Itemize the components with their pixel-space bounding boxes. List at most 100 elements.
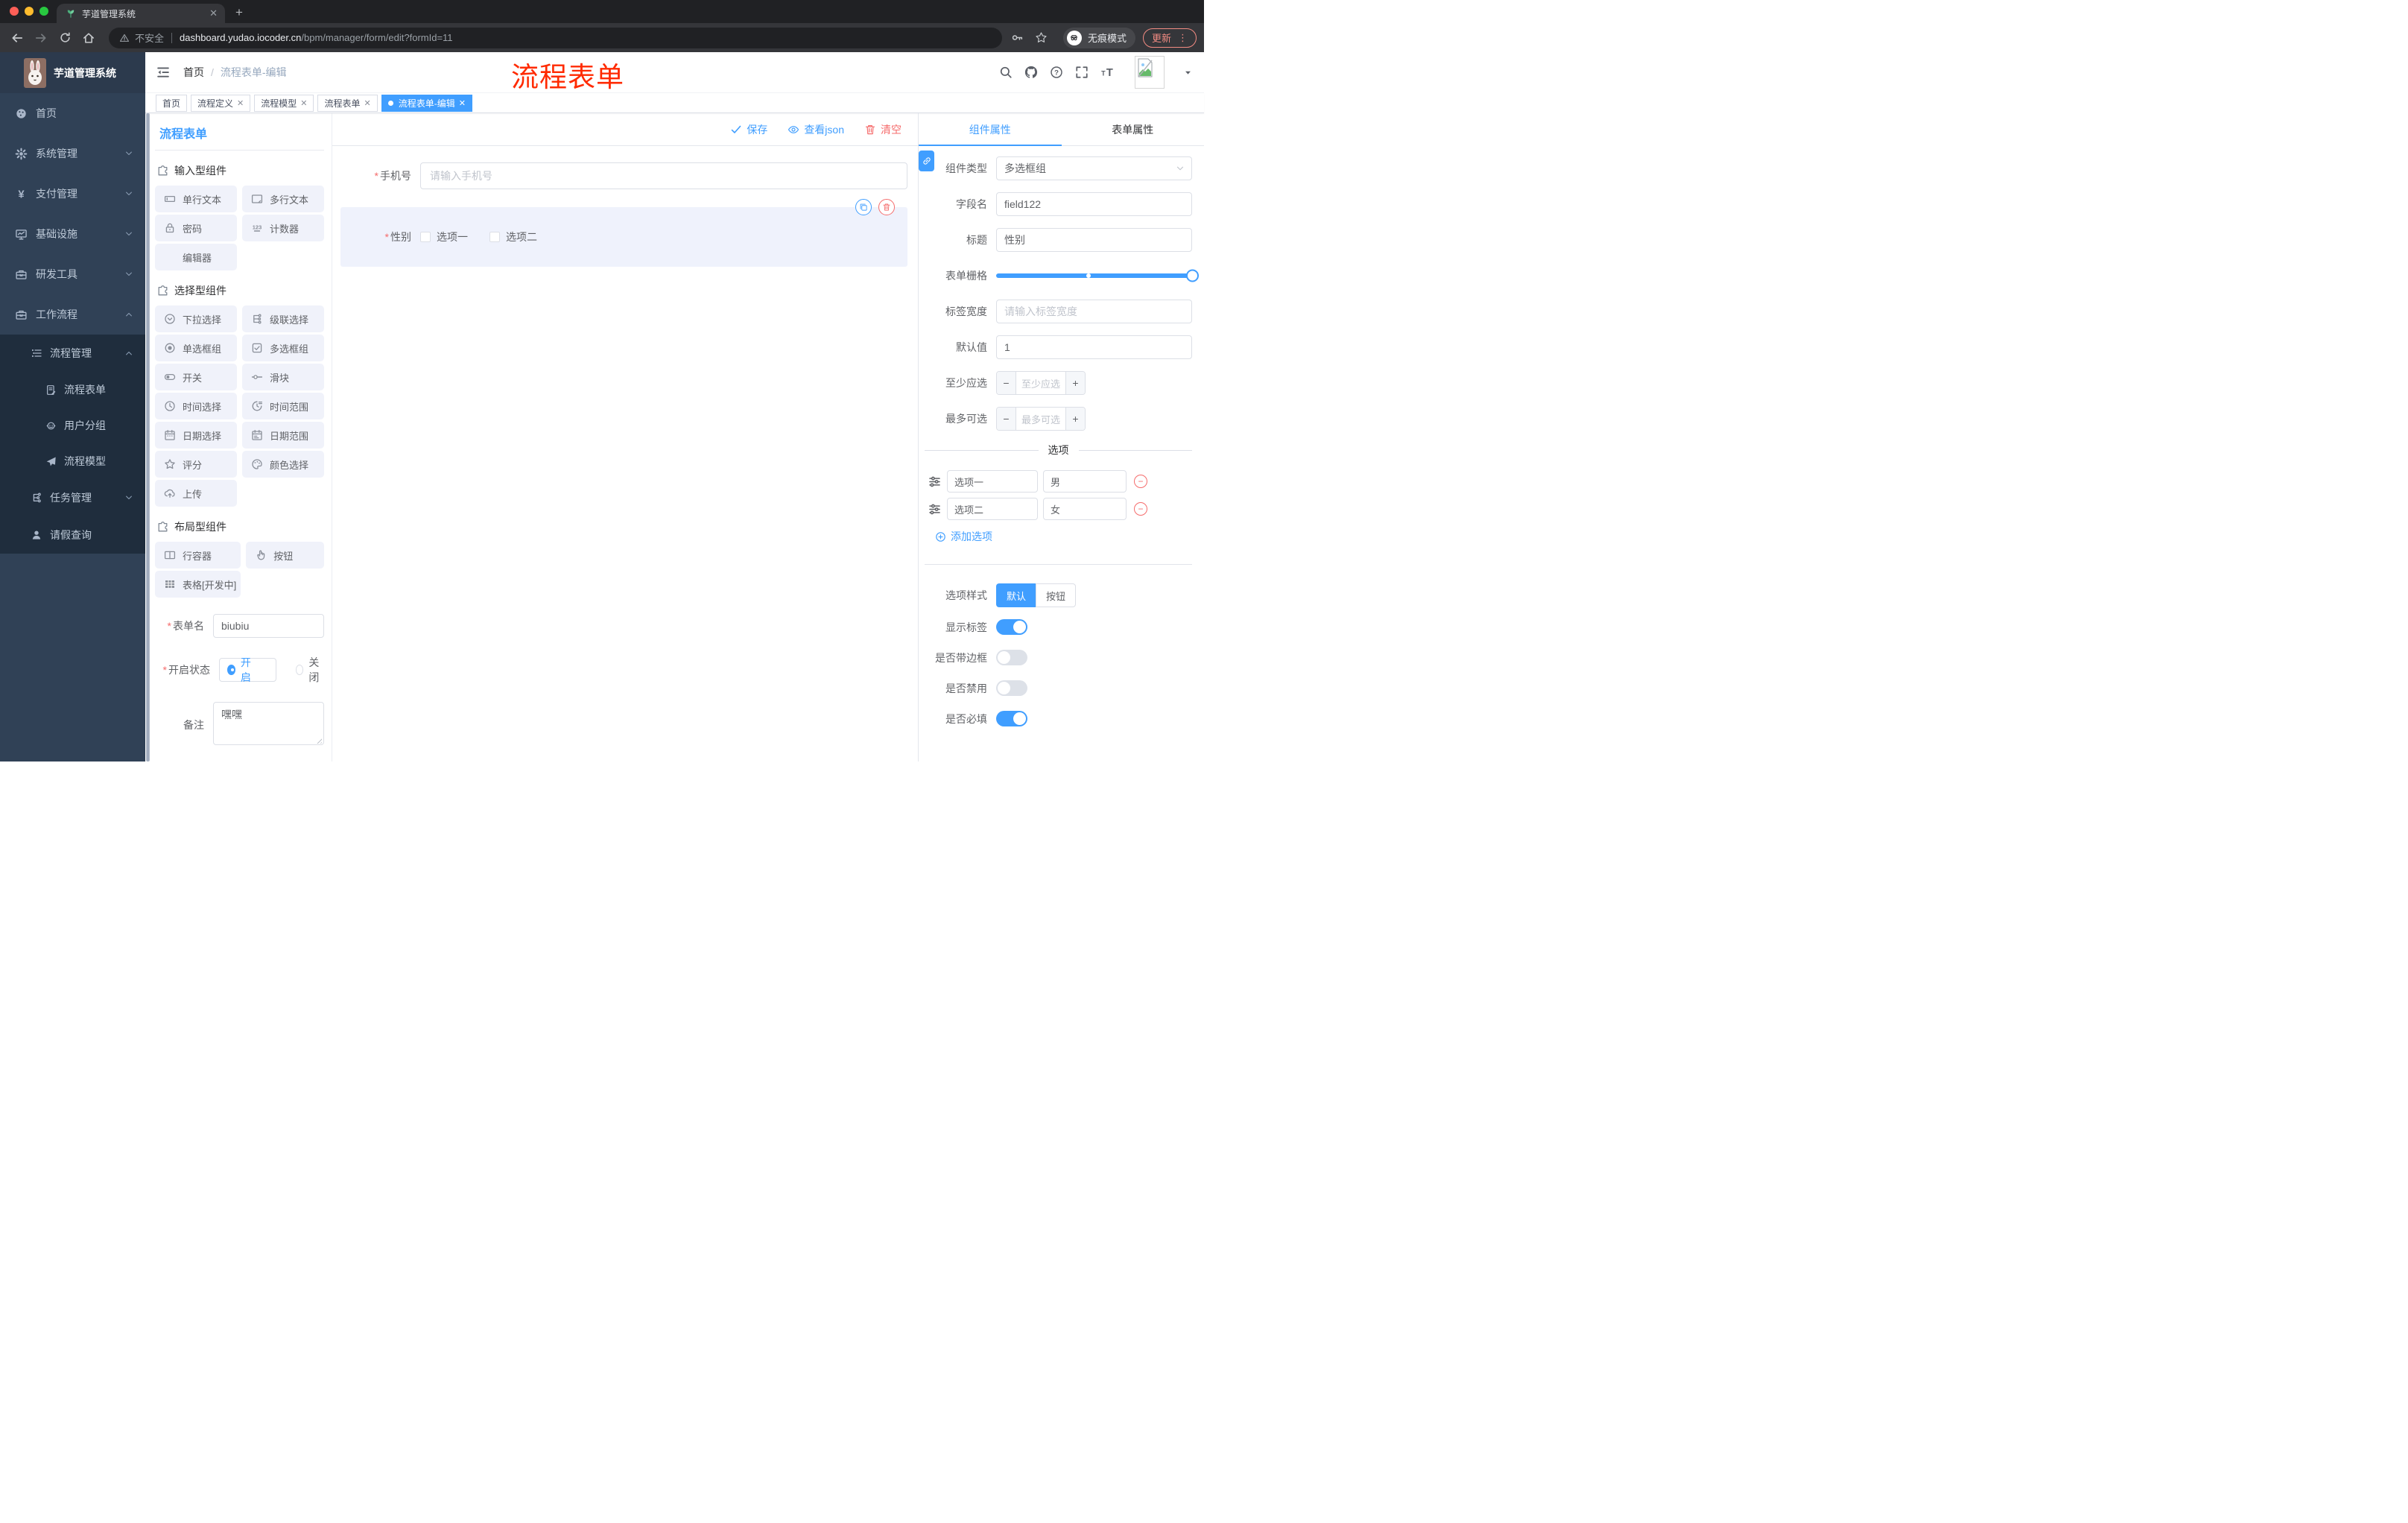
chevron-down-icon[interactable] <box>1184 69 1192 77</box>
form-name-input[interactable] <box>213 614 324 638</box>
search-icon[interactable] <box>999 66 1013 79</box>
title-input[interactable] <box>996 228 1192 252</box>
palette-item-单行文本[interactable]: 单行文本 <box>155 186 237 212</box>
copy-widget-button[interactable] <box>855 199 872 215</box>
min-select-value[interactable]: 至少应选 <box>1016 372 1065 394</box>
bookmark-star-icon[interactable] <box>1032 28 1051 48</box>
phone-field[interactable]: * 手机号 <box>340 162 907 189</box>
toggle-显示标签[interactable] <box>996 619 1027 635</box>
remove-option-button[interactable]: − <box>1134 475 1147 488</box>
delete-widget-button[interactable] <box>878 199 895 215</box>
sidebar-item-用户分组[interactable]: 用户分组 <box>0 408 145 443</box>
hamburger-icon[interactable] <box>156 65 171 80</box>
sidebar-item-基础设施[interactable]: 基础设施 <box>0 214 145 254</box>
sidebar-item-首页[interactable]: 首页 <box>0 93 145 133</box>
sidebar-scrollbar[interactable] <box>146 113 149 762</box>
option-label-input[interactable] <box>947 470 1038 493</box>
sidebar-item-研发工具[interactable]: 研发工具 <box>0 254 145 294</box>
sidebar-item-流程表单[interactable]: 流程表单 <box>0 372 145 408</box>
tag-流程模型[interactable]: 流程模型 ✕ <box>254 94 314 112</box>
tag-流程表单[interactable]: 流程表单 ✕ <box>317 94 378 112</box>
default-value-input[interactable] <box>996 335 1192 359</box>
font-size-icon[interactable]: TT <box>1100 66 1114 79</box>
style-default-button[interactable]: 默认 <box>996 583 1036 607</box>
palette-item-多行文本[interactable]: 多行文本 <box>242 186 324 212</box>
sidebar-item-工作流程[interactable]: 工作流程 <box>0 294 145 335</box>
fullscreen-icon[interactable] <box>1075 66 1089 79</box>
decrease-button[interactable]: − <box>997 372 1016 394</box>
palette-item-日期选择[interactable]: 日期选择 <box>155 422 237 449</box>
forward-button[interactable] <box>31 28 51 48</box>
tag-close-icon[interactable]: ✕ <box>237 98 244 108</box>
save-button[interactable]: 保存 <box>730 122 767 137</box>
remove-option-button[interactable]: − <box>1134 502 1147 516</box>
radio-closed[interactable]: 关闭 <box>295 655 325 685</box>
tag-流程定义[interactable]: 流程定义 ✕ <box>191 94 251 112</box>
palette-item-级联选择[interactable]: 级联选择 <box>242 305 324 332</box>
label-width-input[interactable] <box>996 300 1192 323</box>
github-icon[interactable] <box>1024 66 1038 79</box>
max-select-value[interactable]: 最多可选 <box>1016 408 1065 430</box>
clear-button[interactable]: 清空 <box>864 122 902 137</box>
tab-form-props[interactable]: 表单属性 <box>1062 113 1205 145</box>
sidebar-item-请假查询[interactable]: 请假查询 <box>0 516 145 554</box>
toggle-是否必填[interactable] <box>996 711 1027 726</box>
palette-item-下拉选择[interactable]: 下拉选择 <box>155 305 237 332</box>
component-type-select[interactable]: 多选框组 <box>996 156 1192 180</box>
close-window-button[interactable] <box>10 7 19 16</box>
radio-open[interactable]: 开启 <box>219 656 276 683</box>
grid-slider[interactable] <box>996 264 1199 288</box>
increase-button[interactable]: + <box>1065 408 1085 430</box>
tab-close-icon[interactable]: ✕ <box>209 7 218 19</box>
tag-close-icon[interactable]: ✕ <box>459 98 466 108</box>
link-tag[interactable] <box>919 151 934 171</box>
palette-item-行容器[interactable]: 行容器 <box>155 542 241 569</box>
checkbox-option-1[interactable]: 选项一 <box>420 229 468 244</box>
maximize-window-button[interactable] <box>39 7 48 16</box>
option-value-input[interactable] <box>1043 470 1127 493</box>
selected-widget-gender[interactable]: * 性别 选项一 选项二 <box>340 199 907 267</box>
toggle-是否禁用[interactable] <box>996 680 1027 696</box>
drag-handle-icon[interactable] <box>928 475 942 489</box>
new-tab-button[interactable]: + <box>235 5 243 20</box>
reload-button[interactable] <box>55 28 75 48</box>
breadcrumb-home[interactable]: 首页 <box>183 65 204 80</box>
increase-button[interactable]: + <box>1065 372 1085 394</box>
palette-item-按钮[interactable]: 按钮 <box>246 542 324 569</box>
palette-item-滑块[interactable]: 滑块 <box>242 364 324 390</box>
tab-component-props[interactable]: 组件属性 <box>919 113 1062 146</box>
avatar[interactable] <box>1135 56 1165 89</box>
palette-item-单选框组[interactable]: 单选框组 <box>155 335 237 361</box>
palette-item-日期范围[interactable]: 日期范围 <box>242 422 324 449</box>
tag-首页[interactable]: 首页 <box>156 94 188 112</box>
toggle-是否带边框[interactable] <box>996 650 1027 665</box>
palette-item-计数器[interactable]: 123 计数器 <box>242 215 324 241</box>
slider-track[interactable] <box>996 269 1199 282</box>
tag-close-icon[interactable]: ✕ <box>364 98 371 108</box>
view-json-button[interactable]: 查看json <box>788 122 844 137</box>
palette-item-上传[interactable]: 上传 <box>155 480 237 507</box>
palette-item-颜色选择[interactable]: 颜色选择 <box>242 451 324 478</box>
sidebar-logo[interactable]: 芋道管理系统 <box>0 52 145 93</box>
palette-item-表格[开发中][interactable]: 表格[开发中] <box>155 571 241 598</box>
minimize-window-button[interactable] <box>25 7 34 16</box>
palette-item-编辑器[interactable]: 编辑器 <box>155 244 237 270</box>
option-label-input[interactable] <box>947 498 1038 520</box>
palette-item-多选框组[interactable]: 多选框组 <box>242 335 324 361</box>
checkbox-option-2[interactable]: 选项二 <box>489 229 537 244</box>
tag-流程表单-编辑[interactable]: 流程表单-编辑 ✕ <box>381 94 472 112</box>
help-icon[interactable]: ? <box>1050 66 1063 79</box>
slider-handle[interactable] <box>1186 269 1199 282</box>
style-button-button[interactable]: 按钮 <box>1036 583 1077 607</box>
phone-input[interactable] <box>420 162 907 189</box>
palette-item-评分[interactable]: 评分 <box>155 451 237 478</box>
sidebar-item-系统管理[interactable]: 系统管理 <box>0 133 145 174</box>
palette-item-时间选择[interactable]: 时间选择 <box>155 393 237 419</box>
sidebar-item-流程管理[interactable]: 流程管理 <box>0 335 145 372</box>
palette-item-密码[interactable]: 密码 <box>155 215 237 241</box>
address-bar[interactable]: 不安全 dashboard.yudao.iocoder.cn/bpm/manag… <box>109 27 1002 48</box>
option-value-input[interactable] <box>1043 498 1127 520</box>
palette-item-时间范围[interactable]: 时间范围 <box>242 393 324 419</box>
browser-update-button[interactable]: 更新 ⋮ <box>1142 28 1197 48</box>
home-button[interactable] <box>79 28 98 48</box>
